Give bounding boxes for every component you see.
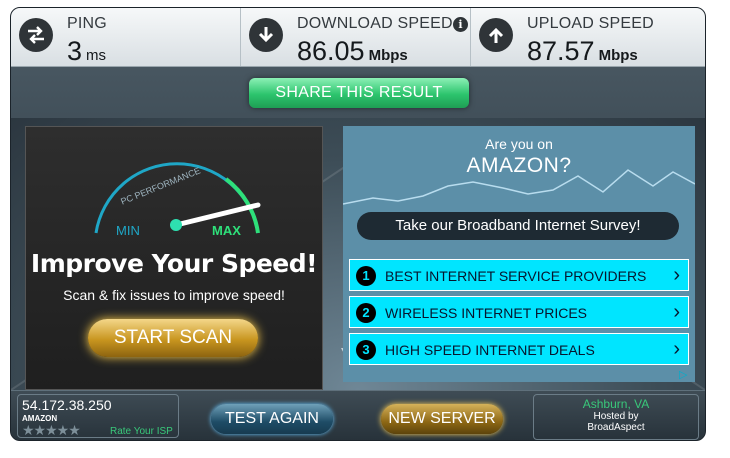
link-text: HIGH SPEED INTERNET DEALS (385, 342, 595, 358)
test-again-button[interactable]: TEST AGAIN (211, 404, 333, 434)
link-text: BEST INTERNET SERVICE PROVIDERS (385, 268, 647, 284)
ad-link-3[interactable]: 3 HIGH SPEED INTERNET DEALS › (349, 333, 689, 365)
speedtest-app: PING 3 ms DOWNLOAD SPEED i 86.05 Mbps UPLO… (10, 7, 706, 441)
upload-stat: UPLOAD SPEED 87.57 Mbps (471, 8, 705, 66)
link-text: WIRELESS INTERNET PRICES (385, 305, 588, 321)
ad-link-2[interactable]: 2 WIRELESS INTERNET PRICES › (349, 296, 689, 328)
ad-link-1[interactable]: 1 BEST INTERNET SERVICE PROVIDERS › (349, 259, 689, 291)
download-label: DOWNLOAD SPEED (297, 15, 453, 32)
ad-isp-name: AMAZON? (466, 154, 572, 177)
upload-arrow-icon (479, 18, 513, 52)
link-number: 2 (356, 303, 376, 323)
ad-question: Are you on (485, 136, 553, 152)
download-value: 86.05 Mbps (297, 36, 408, 66)
host-name: BroadAspect (587, 422, 645, 433)
isp-info: 54.172.38.250 AMAZON ★★★★★ Rate Your ISP (17, 394, 179, 438)
ping-stat: PING 3 ms (11, 8, 241, 66)
gauge-icon (94, 162, 261, 234)
download-stat: DOWNLOAD SPEED i 86.05 Mbps (241, 8, 471, 66)
ping-value: 3 ms (67, 36, 107, 66)
upload-label: UPLOAD SPEED (527, 15, 654, 32)
ping-label: PING (67, 15, 107, 32)
ip-address: 54.172.38.250 (22, 397, 112, 413)
rating-stars[interactable]: ★★★★★ (22, 422, 81, 439)
new-server-button[interactable]: NEW SERVER (381, 404, 503, 434)
chevron-right-icon: › (673, 301, 680, 323)
share-result-button[interactable]: SHARE THIS RESULT (249, 78, 469, 108)
info-icon[interactable]: i (453, 17, 468, 32)
gauge-max-label: MAX (212, 223, 241, 238)
chevron-right-icon: › (673, 264, 680, 286)
ad-headline: Improve Your Speed! (30, 249, 318, 278)
ad-subtitle: Scan & fix issues to improve speed! (63, 287, 285, 303)
ping-arrows-icon (19, 18, 53, 52)
gauge-min-label: MIN (116, 223, 140, 238)
survey-button[interactable]: Take our Broadband Internet Survey! (357, 212, 679, 240)
server-city: Ashburn, VA (582, 397, 650, 411)
hosted-by-label: Hosted by (593, 411, 639, 422)
adchoices-icon[interactable]: ▷ (679, 368, 691, 381)
results-bar: PING 3 ms DOWNLOAD SPEED i 86.05 Mbps UPLO… (11, 8, 705, 67)
upload-value: 87.57 Mbps (527, 36, 638, 66)
server-location: Ashburn, VA Hosted by BroadAspect (533, 394, 699, 440)
link-number: 3 (356, 340, 376, 360)
rate-isp-link[interactable]: Rate Your ISP (110, 426, 173, 437)
pc-performance-ad[interactable]: PC PERFORMANCE MIN MAX Improve Your Spee… (25, 126, 323, 390)
isp-survey-ad: Are you on AMAZON? Take our Broadband In… (343, 126, 695, 382)
download-arrow-icon (249, 18, 283, 52)
chevron-right-icon: › (673, 338, 680, 360)
start-scan-button[interactable]: START SCAN (88, 319, 258, 357)
link-number: 1 (356, 266, 376, 286)
